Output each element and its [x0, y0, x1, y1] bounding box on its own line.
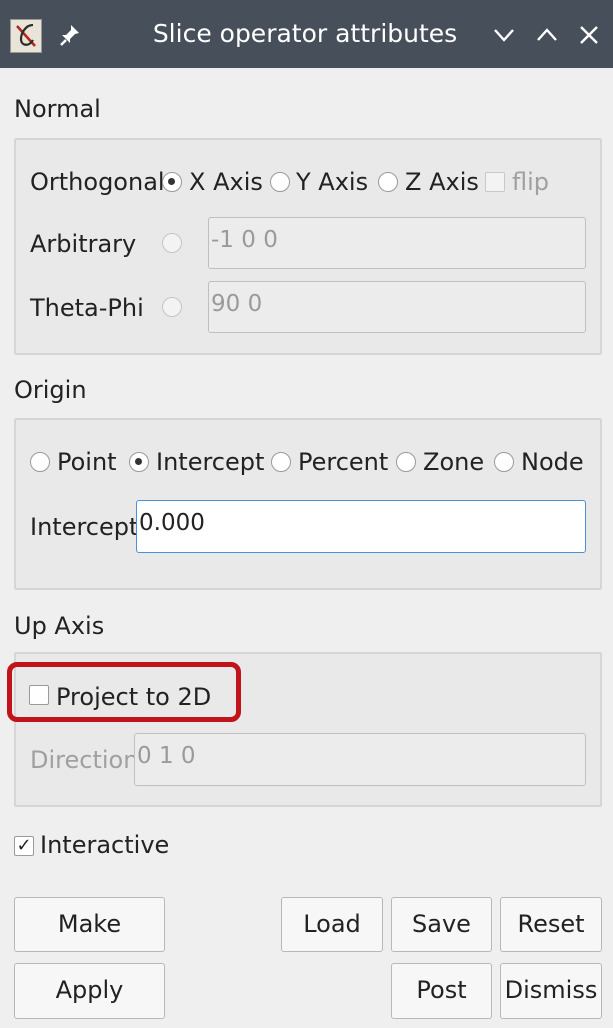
minimize-button[interactable]	[487, 18, 521, 52]
post-button[interactable]: Post	[391, 963, 492, 1019]
direction-input[interactable]: 0 1 0	[134, 733, 586, 786]
project-to-2d-label[interactable]: Project to 2D	[56, 682, 211, 712]
theta-phi-input[interactable]: 90 0	[208, 281, 586, 333]
load-button[interactable]: Load	[281, 897, 383, 952]
node-radio[interactable]	[494, 452, 514, 472]
close-button[interactable]	[572, 18, 606, 52]
chevron-up-icon	[537, 28, 557, 41]
origin-section-title: Origin	[14, 376, 87, 404]
maximize-button[interactable]	[530, 18, 564, 52]
point-label[interactable]: Point	[57, 447, 117, 477]
intercept-field-label: Intercept	[30, 513, 139, 541]
x-axis-radio[interactable]	[162, 172, 182, 192]
x-axis-label[interactable]: X Axis	[189, 167, 263, 197]
apply-button[interactable]: Apply	[14, 963, 165, 1019]
zone-label[interactable]: Zone	[423, 447, 484, 477]
make-default-button[interactable]: Make default	[14, 897, 165, 990]
theta-phi-label: Theta-Phi	[30, 294, 144, 322]
close-icon	[580, 26, 598, 44]
flip-label: flip	[512, 168, 550, 196]
reset-button[interactable]: Reset	[500, 897, 602, 952]
z-axis-label[interactable]: Z Axis	[405, 167, 479, 197]
node-label[interactable]: Node	[521, 447, 584, 477]
chevron-down-icon	[494, 29, 514, 42]
interactive-label[interactable]: Interactive	[40, 830, 169, 860]
y-axis-label[interactable]: Y Axis	[296, 167, 368, 197]
arbitrary-radio[interactable]	[162, 233, 182, 253]
direction-label: Direction	[30, 746, 139, 774]
zone-radio[interactable]	[396, 452, 416, 472]
save-button[interactable]: Save	[391, 897, 492, 952]
intercept-radio-label[interactable]: Intercept	[156, 447, 264, 477]
intercept-radio[interactable]	[129, 452, 149, 472]
percent-radio[interactable]	[271, 452, 291, 472]
y-axis-radio[interactable]	[270, 172, 290, 192]
up-axis-section-title: Up Axis	[14, 612, 105, 640]
percent-label[interactable]: Percent	[298, 447, 388, 477]
point-radio[interactable]	[30, 452, 50, 472]
dismiss-button[interactable]: Dismiss	[500, 963, 602, 1019]
app-logo-icon[interactable]	[10, 19, 42, 53]
flip-checkbox[interactable]	[485, 172, 505, 192]
normal-section-title: Normal	[14, 95, 101, 123]
arbitrary-input[interactable]: -1 0 0	[208, 217, 586, 269]
arbitrary-label: Arbitrary	[30, 230, 137, 258]
pin-icon[interactable]	[58, 22, 82, 48]
interactive-checkbox[interactable]: ✓	[14, 836, 34, 856]
theta-phi-radio[interactable]	[162, 297, 182, 317]
intercept-input[interactable]: 0.000	[136, 500, 586, 553]
window-title: Slice operator attributes	[152, 19, 458, 48]
orthogonal-label: Orthogonal	[30, 168, 165, 196]
project-to-2d-checkbox[interactable]	[29, 685, 49, 705]
z-axis-radio[interactable]	[378, 172, 398, 192]
